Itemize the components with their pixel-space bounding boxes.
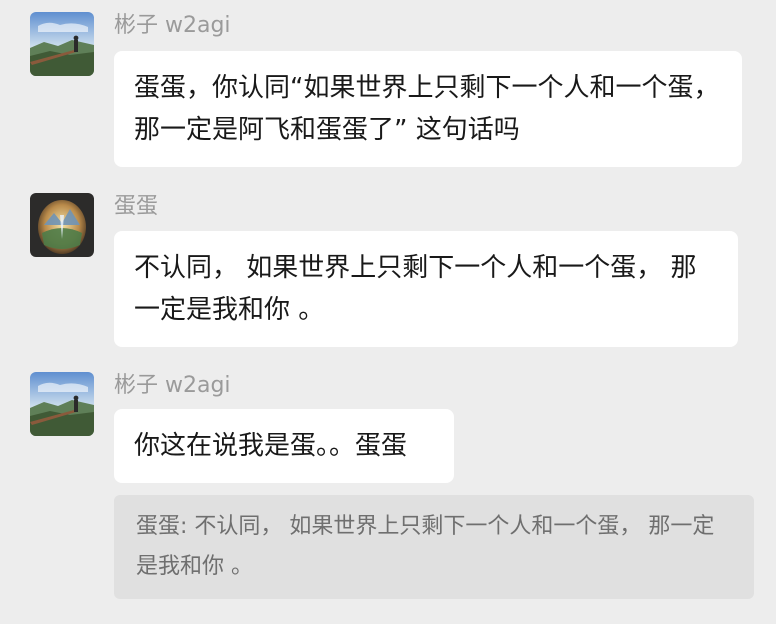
message-bubble[interactable]: 你这在说我是蛋。。蛋蛋 [114, 409, 454, 483]
sender-name: 蛋蛋 [114, 194, 159, 219]
message-bubble[interactable]: 蛋蛋，你认同“如果世界上只剩下一个人和一个蛋，那一定是阿飞和蛋蛋了” 这句话吗 [114, 51, 742, 167]
sender-name: 彬子 w2agi [114, 13, 231, 38]
quoted-message[interactable]: 蛋蛋: 不认同， 如果世界上只剩下一个人和一个蛋， 那一定是我和你 。 [114, 495, 754, 599]
avatar[interactable] [30, 372, 94, 436]
message-bubble[interactable]: 不认同， 如果世界上只剩下一个人和一个蛋， 那一定是我和你 。 [114, 231, 738, 347]
sender-name: 彬子 w2agi [114, 373, 231, 398]
mountain-hiker-avatar-icon [30, 372, 94, 436]
mountain-hiker-avatar-icon [30, 12, 94, 76]
avatar[interactable] [30, 12, 94, 76]
fantasy-egg-avatar-icon [30, 193, 94, 257]
avatar[interactable] [30, 193, 94, 257]
